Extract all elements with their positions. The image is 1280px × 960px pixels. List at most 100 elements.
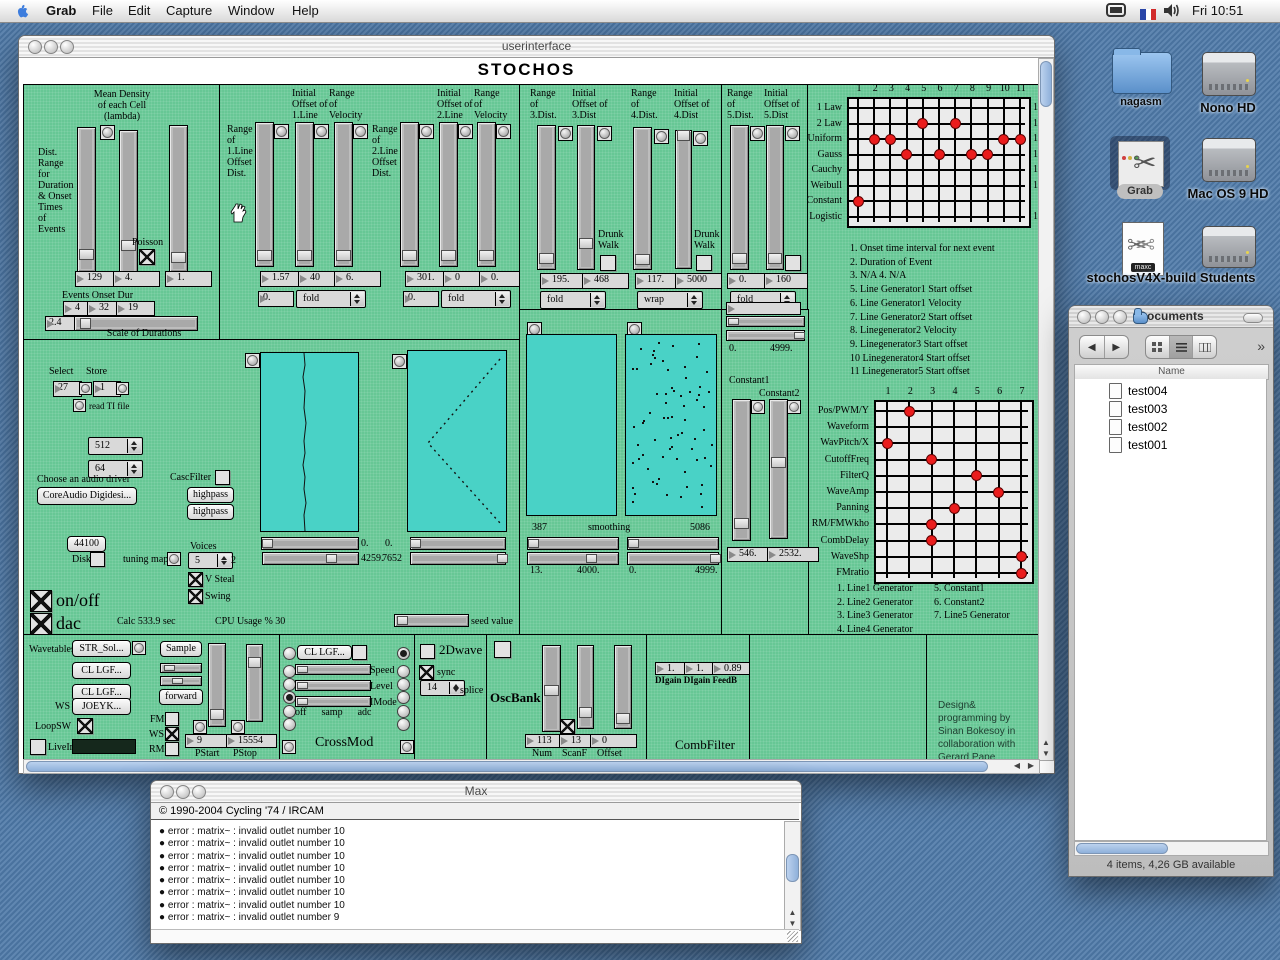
bang-button[interactable] (193, 720, 207, 734)
hard-drive-icon[interactable] (1202, 226, 1256, 268)
mode-dropdown[interactable]: fold (441, 290, 511, 308)
crossmod-radio[interactable] (397, 678, 410, 691)
minimize-button[interactable] (176, 785, 190, 799)
number-box[interactable]: 15554 (226, 734, 277, 748)
imode-slider[interactable] (295, 696, 371, 707)
crossmod-source-button[interactable]: CL LGF... (297, 645, 352, 660)
h-slider[interactable] (726, 330, 805, 341)
zoom-button[interactable] (192, 785, 206, 799)
dac-checkbox[interactable] (30, 613, 52, 635)
number-box[interactable]: 468 (582, 273, 629, 289)
bang-button[interactable] (751, 400, 765, 414)
file-row[interactable]: test002 (1109, 418, 1266, 436)
number-box[interactable]: 160 (764, 273, 811, 289)
checkbox[interactable] (560, 719, 575, 734)
drunk-walk-checkbox[interactable] (600, 255, 616, 271)
close-button[interactable] (28, 40, 42, 54)
name-column-header[interactable]: Name (1074, 364, 1269, 380)
vertical-scrollbar[interactable]: ▲ ▼ (1038, 58, 1054, 761)
bang-button[interactable] (458, 124, 473, 139)
loopsw-checkbox[interactable] (77, 718, 93, 734)
offset-slider[interactable] (439, 122, 458, 267)
forward-button[interactable]: forward (159, 689, 203, 705)
bang-button[interactable] (353, 124, 368, 139)
scrollbar-thumb[interactable] (1076, 843, 1168, 854)
column-view-button[interactable] (1193, 336, 1216, 358)
speed-slider[interactable] (295, 664, 371, 675)
menu-edit[interactable]: Edit (128, 0, 150, 22)
num-slider[interactable] (542, 645, 561, 732)
bang-button[interactable] (79, 382, 92, 395)
scroll-down-arrow[interactable]: ▼ (1039, 749, 1053, 759)
pstop-slider[interactable] (246, 644, 263, 722)
offset-slider[interactable] (675, 130, 692, 269)
forward-button[interactable]: ▶ (1105, 336, 1129, 358)
file-row[interactable]: test004 (1109, 382, 1266, 400)
number-box[interactable]: 2.4 (45, 316, 76, 331)
menu-clock[interactable]: Fri 10:51 (1192, 0, 1243, 22)
scrollbar-thumb[interactable] (1040, 61, 1052, 107)
seed-slider[interactable] (394, 614, 469, 627)
fm-checkbox[interactable] (165, 712, 179, 726)
range-slider[interactable] (730, 125, 749, 270)
lambda-slider[interactable] (77, 127, 96, 272)
bang-button[interactable] (597, 126, 612, 141)
scrollbar-thumb[interactable] (786, 854, 799, 882)
h-slider[interactable] (726, 316, 805, 327)
vsteal-checkbox[interactable] (188, 572, 203, 587)
samplerate-button[interactable]: 44100 (67, 536, 106, 552)
offset-slider[interactable] (577, 125, 595, 270)
sync-checkbox[interactable] (419, 665, 434, 680)
audio-driver-button[interactable]: CoreAudio Digidesi... (37, 487, 137, 505)
rm-checkbox[interactable] (165, 742, 179, 756)
bang-button[interactable] (392, 354, 407, 369)
mode-dropdown[interactable]: fold (540, 291, 606, 309)
bang-button[interactable] (167, 552, 181, 566)
bang-button[interactable] (787, 400, 801, 414)
icon-view-button[interactable] (1146, 336, 1170, 358)
scroll-left-arrow[interactable]: ◀ (1011, 761, 1023, 771)
list-view-button[interactable] (1170, 336, 1194, 358)
menu-file[interactable]: File (92, 0, 113, 22)
wavetable-button[interactable]: STR_Sol... (72, 640, 131, 657)
input-language-flag-icon[interactable] (1140, 5, 1156, 27)
documents-titlebar[interactable]: Documents (1069, 306, 1273, 328)
bang-button[interactable] (314, 124, 329, 139)
bang-button[interactable] (231, 720, 245, 734)
bang-button[interactable] (116, 382, 129, 395)
bang-button[interactable] (73, 399, 86, 412)
back-button[interactable]: ◀ (1080, 336, 1105, 358)
range-slider[interactable] (400, 122, 419, 267)
desktop-icon-label[interactable]: nagasm (1120, 96, 1162, 108)
crossmod-radio[interactable] (397, 718, 410, 731)
number-box[interactable]: 2532. (767, 547, 819, 562)
horizontal-scrollbar[interactable]: ◀ ▶ (23, 759, 1040, 774)
h-slider[interactable] (261, 537, 359, 550)
number-box[interactable]: 0. (258, 291, 294, 307)
close-button[interactable] (160, 785, 174, 799)
wavetable-button[interactable]: JOEYK... (72, 698, 131, 715)
voices-dropdown[interactable]: 5 (188, 552, 233, 569)
h-slider[interactable] (410, 537, 506, 550)
apple-menu-icon[interactable] (14, 3, 29, 27)
buffer-dropdown[interactable]: 512 (88, 437, 143, 455)
desktop-icon-label[interactable]: stochosV4X-build Students (1086, 270, 1255, 285)
zoom-button[interactable] (60, 40, 74, 54)
crossmod-radio[interactable] (397, 691, 410, 704)
number-box[interactable]: 19 (116, 301, 155, 316)
number-box[interactable]: 0 (590, 734, 637, 748)
view-switcher[interactable] (1145, 335, 1217, 359)
swing-checkbox[interactable] (188, 589, 203, 604)
lambda-slider[interactable] (169, 125, 188, 272)
range-slider[interactable] (633, 127, 652, 270)
menu-window[interactable]: Window (228, 0, 274, 22)
toolbar-toggle-pill[interactable] (1243, 313, 1263, 323)
max-titlebar[interactable]: Max (151, 781, 801, 803)
hard-drive-icon[interactable] (1202, 52, 1256, 96)
bang-button[interactable] (100, 125, 115, 140)
h-slider[interactable] (410, 552, 506, 565)
scroll-right-arrow[interactable]: ▶ (1025, 761, 1037, 771)
close-button[interactable] (1077, 310, 1091, 324)
h-slider[interactable] (627, 537, 719, 550)
resize-grip[interactable] (787, 931, 798, 942)
